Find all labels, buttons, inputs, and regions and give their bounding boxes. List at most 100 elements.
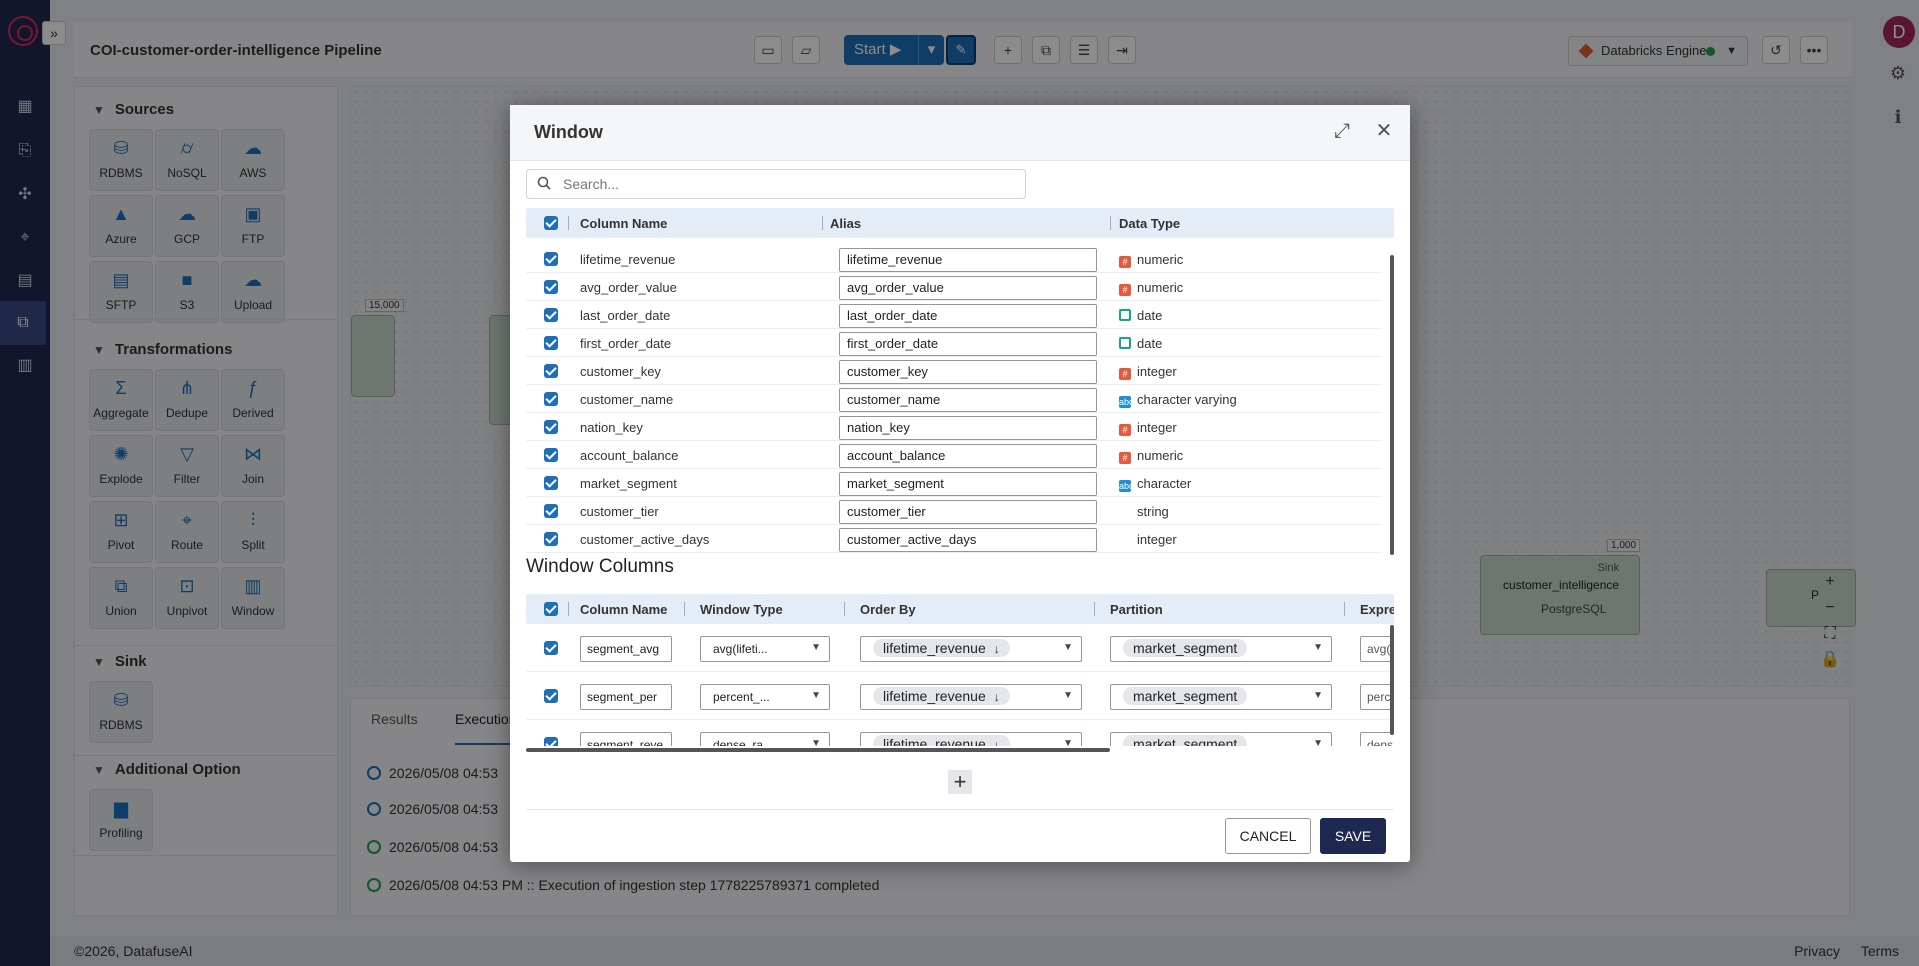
row-checkbox[interactable] bbox=[544, 737, 558, 746]
expression-input[interactable]: perc bbox=[1360, 684, 1394, 710]
alias-input[interactable]: account_balance bbox=[839, 444, 1097, 468]
order-by-select[interactable]: lifetime_revenue ↓ ▼ bbox=[860, 684, 1082, 710]
row-checkbox[interactable] bbox=[544, 364, 558, 378]
column-name: market_segment bbox=[580, 476, 677, 491]
chevron-down-icon: ▼ bbox=[811, 642, 821, 653]
column-name: customer_name bbox=[580, 392, 674, 407]
window-type-select[interactable]: avg(lifeti... ▼ bbox=[700, 636, 830, 662]
order-by-select[interactable]: lifetime_revenue ↓ ▼ bbox=[860, 636, 1082, 662]
alias-input[interactable]: market_segment bbox=[839, 472, 1097, 496]
cancel-button[interactable]: CANCEL bbox=[1225, 818, 1311, 854]
alias-input[interactable]: avg_order_value bbox=[839, 276, 1097, 300]
column-name: first_order_date bbox=[580, 336, 672, 351]
data-type: date bbox=[1119, 336, 1162, 351]
column-name: nation_key bbox=[580, 420, 643, 435]
partition-select[interactable]: market_segment ▼ bbox=[1110, 636, 1332, 662]
chevron-down-icon: ▼ bbox=[811, 738, 821, 746]
row-checkbox[interactable] bbox=[544, 532, 558, 546]
header-alias: Alias bbox=[830, 216, 862, 231]
window-columns-horizontal-scrollbar[interactable] bbox=[526, 748, 1110, 752]
row-checkbox[interactable] bbox=[544, 641, 558, 655]
sort-descending-icon[interactable]: ↓ bbox=[994, 642, 1000, 656]
search-icon bbox=[537, 176, 551, 190]
table-row: customer_key customer_key # integer bbox=[526, 357, 1382, 385]
num-type-icon: # bbox=[1119, 452, 1131, 464]
select-all-checkbox[interactable] bbox=[544, 216, 558, 230]
order-by-chip: lifetime_revenue ↓ bbox=[873, 735, 1010, 746]
partition-select[interactable]: market_segment ▼ bbox=[1110, 684, 1332, 710]
close-icon[interactable]: ✕ bbox=[1372, 119, 1396, 143]
expression-input[interactable]: avg( bbox=[1360, 636, 1394, 662]
partition-chip: market_segment bbox=[1123, 735, 1248, 746]
data-type: # numeric bbox=[1119, 252, 1183, 268]
window-column-name-input[interactable]: segment_avg bbox=[580, 636, 672, 662]
window-column-row: segment_avg avg(lifeti... ▼ lifetime_revenu… bbox=[526, 624, 1394, 672]
partition-chip: market_segment bbox=[1123, 687, 1248, 705]
chevron-down-icon: ▼ bbox=[811, 690, 821, 701]
row-checkbox[interactable] bbox=[544, 476, 558, 490]
window-columns-scrollbar[interactable] bbox=[1390, 625, 1394, 735]
order-by-select[interactable]: lifetime_revenue ↓ ▼ bbox=[860, 732, 1082, 746]
column-name: account_balance bbox=[580, 448, 679, 463]
order-by-chip: lifetime_revenue ↓ bbox=[873, 687, 1010, 705]
alias-input[interactable]: customer_tier bbox=[839, 500, 1097, 524]
sort-descending-icon[interactable]: ↓ bbox=[994, 690, 1000, 704]
column-name: customer_active_days bbox=[580, 532, 710, 547]
columns-scrollbar[interactable] bbox=[1390, 255, 1394, 555]
add-window-column-button[interactable]: + bbox=[948, 770, 972, 794]
row-checkbox[interactable] bbox=[544, 336, 558, 350]
order-by-chip: lifetime_revenue ↓ bbox=[873, 639, 1010, 657]
row-checkbox[interactable] bbox=[544, 504, 558, 518]
row-checkbox[interactable] bbox=[544, 280, 558, 294]
row-checkbox[interactable] bbox=[544, 392, 558, 406]
alias-input[interactable]: customer_key bbox=[839, 360, 1097, 384]
column-name: avg_order_value bbox=[580, 280, 677, 295]
data-type: string bbox=[1119, 504, 1169, 519]
row-checkbox[interactable] bbox=[544, 448, 558, 462]
table-row: lifetime_revenue lifetime_revenue # numeric bbox=[526, 245, 1382, 273]
table-row: nation_key nation_key # integer bbox=[526, 413, 1382, 441]
chevron-down-icon: ▼ bbox=[1313, 690, 1323, 701]
column-name: lifetime_revenue bbox=[580, 252, 676, 267]
alias-input[interactable]: lifetime_revenue bbox=[839, 248, 1097, 272]
partition-select[interactable]: market_segment ▼ bbox=[1110, 732, 1332, 746]
window-column-row: segment_per percent_... ▼ lifetime_revenue ↓… bbox=[526, 672, 1394, 720]
row-checkbox[interactable] bbox=[544, 689, 558, 703]
header-expression: Expres bbox=[1360, 602, 1394, 617]
alias-input[interactable]: last_order_date bbox=[839, 304, 1097, 328]
alias-input[interactable]: first_order_date bbox=[839, 332, 1097, 356]
table-row: last_order_date last_order_date date bbox=[526, 301, 1382, 329]
modal-header: Window ⤢ ✕ bbox=[510, 105, 1410, 161]
none-type-icon bbox=[1119, 533, 1131, 545]
table-row: account_balance account_balance # numeric bbox=[526, 441, 1382, 469]
window-columns-header: Column Name Window Type Order By Partiti… bbox=[526, 594, 1394, 624]
column-search bbox=[526, 169, 1026, 199]
row-checkbox[interactable] bbox=[544, 308, 558, 322]
data-type: abc character varying bbox=[1119, 392, 1237, 408]
alias-input[interactable]: customer_active_days bbox=[839, 528, 1097, 552]
alias-input[interactable]: customer_name bbox=[839, 388, 1097, 412]
chevron-down-icon: ▼ bbox=[1063, 738, 1073, 746]
partition-chip: market_segment bbox=[1123, 639, 1248, 657]
expression-input[interactable]: dens bbox=[1360, 732, 1394, 746]
row-checkbox[interactable] bbox=[544, 420, 558, 434]
window-columns-title: Window Columns bbox=[526, 556, 674, 577]
window-column-name-input[interactable]: segment_per bbox=[580, 684, 672, 710]
window-type-select[interactable]: dense_ra... ▼ bbox=[700, 732, 830, 746]
window-column-name-input[interactable]: segment_reve bbox=[580, 732, 672, 746]
search-input[interactable] bbox=[563, 175, 1013, 193]
save-button[interactable]: SAVE bbox=[1320, 818, 1386, 854]
data-type: # numeric bbox=[1119, 280, 1183, 296]
window-type-select[interactable]: percent_... ▼ bbox=[700, 684, 830, 710]
maximize-icon[interactable]: ⤢ bbox=[1330, 119, 1354, 143]
row-checkbox[interactable] bbox=[544, 252, 558, 266]
chr-type-icon: abc bbox=[1119, 480, 1134, 492]
data-type: # integer bbox=[1119, 420, 1177, 436]
data-type: date bbox=[1119, 308, 1162, 323]
chevron-down-icon: ▼ bbox=[1313, 642, 1323, 653]
select-all-window-checkbox[interactable] bbox=[544, 602, 558, 616]
data-type: # numeric bbox=[1119, 448, 1183, 464]
sort-descending-icon[interactable]: ↓ bbox=[994, 738, 1000, 746]
alias-input[interactable]: nation_key bbox=[839, 416, 1097, 440]
chevron-down-icon: ▼ bbox=[1063, 690, 1073, 701]
